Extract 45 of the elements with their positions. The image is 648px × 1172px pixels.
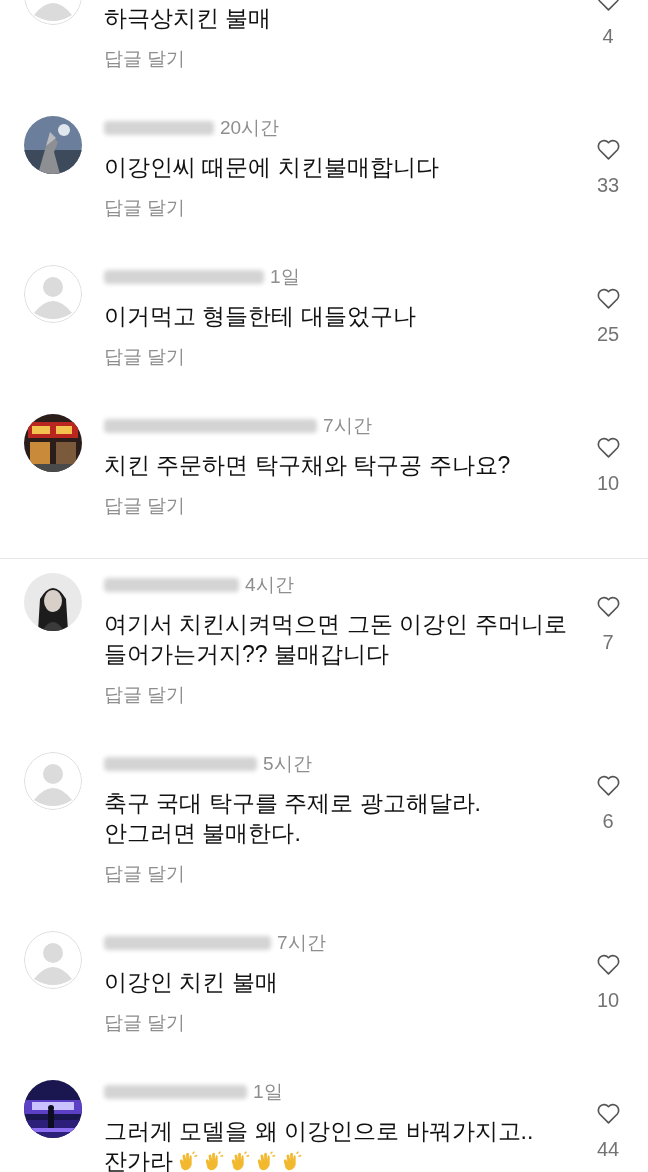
comment-time: 5시간 [263,752,312,776]
like-count: 4 [602,24,614,48]
comment-text: 이거먹고 형들한테 대들었구나 [104,302,416,331]
reply-link[interactable]: 답글 달기 [104,493,186,519]
clapping-hands-icon [255,1150,277,1172]
comment-text: 하극상치킨 불매 [104,4,272,33]
comment-text: 이강인씨 때문에 치킨불매합니다 [104,153,439,182]
heart-icon[interactable] [595,1102,621,1125]
like-count: 10 [596,471,620,495]
comment-text: 축구 국대 탁구를 주제로 광고해달라. [104,789,481,818]
comment-text: 잔가라 [104,1147,173,1172]
heart-icon[interactable] [595,287,621,310]
heart-icon[interactable] [595,138,621,161]
heart-icon[interactable] [595,595,621,618]
like-count: 7 [602,630,614,654]
clapping-hands-icon [177,1150,199,1172]
comment-time: 20시간 [220,116,280,140]
clapping-hands-icon [281,1150,303,1172]
reply-link[interactable]: 답글 달기 [104,195,186,221]
like-count: 10 [596,988,620,1012]
comment-text: 이강인 치킨 불매 [104,968,278,997]
comment-text: 그러게 모델을 왜 이강인으로 바꿔가지고.. [104,1117,534,1146]
heart-icon[interactable] [595,774,621,797]
comment-time: 7시간 [277,931,326,955]
reply-link[interactable]: 답글 달기 [104,46,186,72]
heart-icon[interactable] [595,953,621,976]
reply-link[interactable]: 답글 달기 [104,344,186,370]
comment-text: 들어가는거지?? 불매갑니다 [104,640,389,669]
comment-text: 치킨 주문하면 탁구채와 탁구공 주나요? [104,451,511,480]
comment-time: 1일 [270,265,300,289]
clapping-hands-icon [229,1150,251,1172]
clapping-hands-icon [203,1150,225,1172]
reply-link[interactable]: 답글 달기 [104,682,186,708]
comment-time: 1일 [253,1080,283,1104]
comment-text: 여기서 치킨시켜먹으면 그돈 이강인 주머니로 [104,610,567,639]
comment-text: 안그러면 불매한다. [104,819,301,848]
reply-link[interactable]: 답글 달기 [104,1010,186,1036]
heart-icon[interactable] [595,436,621,459]
reply-link[interactable]: 답글 달기 [104,861,186,887]
like-count: 6 [602,809,614,833]
comment-time: 4시간 [245,573,294,597]
like-count: 25 [596,322,620,346]
comment-time: 7시간 [323,414,372,438]
like-count: 44 [596,1137,620,1161]
like-count: 33 [596,173,620,197]
